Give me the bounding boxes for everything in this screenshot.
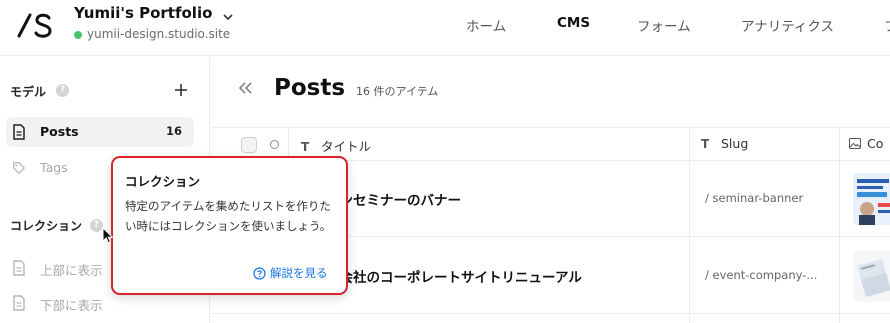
help-icon[interactable]: ? xyxy=(56,84,69,97)
column-slug-label: Slug xyxy=(721,136,749,151)
cover-thumbnail xyxy=(853,250,890,302)
site-url[interactable]: yumii-design.studio.site xyxy=(87,27,230,41)
sidebar-item-label: 下部に表示 xyxy=(40,298,103,313)
sidebar-item-label: 上部に表示 xyxy=(40,263,103,278)
models-heading: モデル xyxy=(10,85,47,99)
tooltip-title: コレクション xyxy=(125,174,201,189)
tab-home[interactable]: ホーム xyxy=(466,15,506,35)
tag-icon xyxy=(13,162,26,175)
cell-slug: / seminar-banner xyxy=(705,191,804,205)
document-icon xyxy=(13,295,25,311)
column-divider xyxy=(689,128,690,160)
column-divider xyxy=(839,128,840,160)
help-circle-icon xyxy=(253,267,266,280)
document-icon xyxy=(13,124,25,140)
sidebar-item-posts[interactable]: Posts 16 xyxy=(6,117,194,147)
tab-form[interactable]: フォーム xyxy=(637,15,691,35)
collections-heading: コレクション xyxy=(10,219,83,233)
cell-slug: / event-company-... xyxy=(705,268,818,282)
tab-cms[interactable]: CMS xyxy=(557,15,590,31)
view-guide-link[interactable]: 解説を見る xyxy=(253,265,328,281)
column-header-cover[interactable]: Co xyxy=(849,136,883,151)
mouse-cursor-icon xyxy=(102,227,114,244)
text-type-icon: T xyxy=(701,137,710,151)
top-bar: Yumii's Portfolio yumii-design.studio.si… xyxy=(0,0,890,56)
studio-logo-icon[interactable] xyxy=(16,10,54,40)
item-count-badge: 16 xyxy=(165,124,182,138)
item-count: 16 件のアイテム xyxy=(356,85,439,98)
sidebar-item-label: Tags xyxy=(40,160,68,175)
chevron-down-icon[interactable] xyxy=(222,12,234,22)
site-title[interactable]: Yumii's Portfolio xyxy=(74,4,212,22)
cell-title: ト会社のコーポレートサイトリニューアル xyxy=(326,270,582,286)
view-guide-label: 解説を見る xyxy=(270,266,328,280)
page-title: Posts xyxy=(274,75,346,101)
status-dot xyxy=(74,31,82,39)
tab-more[interactable]: フ xyxy=(884,15,890,35)
column-header-slug[interactable]: T Slug xyxy=(701,136,748,151)
image-icon xyxy=(849,138,861,149)
sidebar-item-label: Posts xyxy=(40,124,79,139)
column-cover-label: Co xyxy=(867,136,884,151)
cover-thumbnail xyxy=(853,173,890,225)
document-icon xyxy=(13,260,25,276)
text-type-icon: T xyxy=(301,140,310,154)
column-title-label: タイトル xyxy=(321,139,372,154)
tab-analytics[interactable]: アナリティクス xyxy=(741,15,834,35)
tooltip-body: 特定のアイテムを集めたリストを作りたい時にはコレクションを使いましょう。 xyxy=(125,199,332,233)
collection-help-tooltip: コレクション 特定のアイテムを集めたリストを作りたい時にはコレクションを使いまし… xyxy=(111,156,348,295)
status-radio[interactable] xyxy=(270,140,279,149)
double-chevron-left-icon[interactable] xyxy=(237,81,253,95)
column-header-title[interactable]: T タイトル xyxy=(301,136,371,155)
select-all-checkbox[interactable] xyxy=(241,137,257,153)
add-model-button[interactable] xyxy=(173,82,189,98)
